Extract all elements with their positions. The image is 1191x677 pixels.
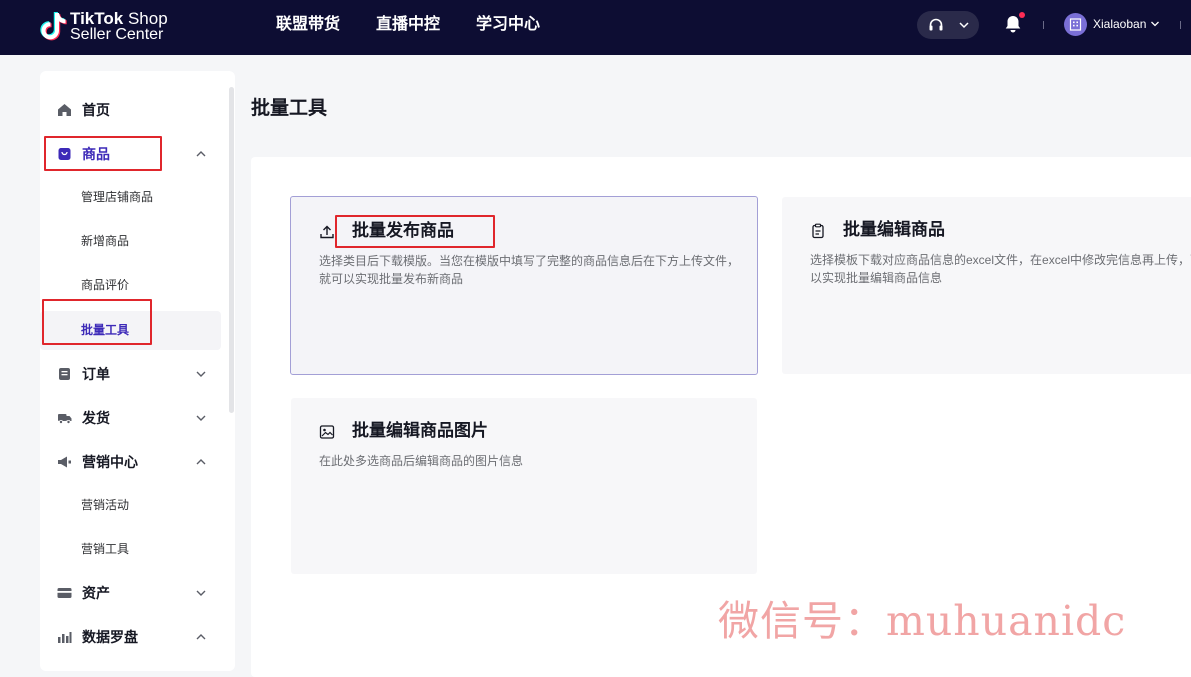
sidebar-item-home[interactable]: 首页 bbox=[40, 95, 235, 125]
avatar[interactable] bbox=[1064, 13, 1087, 36]
chevron-up-icon bbox=[196, 634, 206, 640]
annotation-box bbox=[335, 215, 495, 248]
clipboard-icon bbox=[812, 223, 824, 239]
annotation-box bbox=[44, 136, 162, 171]
sidebar-item-label: 发货 bbox=[82, 410, 110, 426]
page-title: 批量工具 bbox=[251, 98, 328, 119]
nav-affiliate[interactable]: 联盟带货 bbox=[276, 14, 340, 36]
card-bulk-edit-images[interactable]: 批量编辑商品图片 在此处多选商品后编辑商品的图片信息 bbox=[291, 398, 757, 574]
megaphone-icon bbox=[58, 456, 71, 468]
headset-icon bbox=[929, 18, 943, 31]
card-description: 选择模板下载对应商品信息的excel文件，在excel中修改完信息再上传，可以实… bbox=[810, 253, 1191, 285]
sidebar-item-orders[interactable]: 订单 bbox=[40, 359, 235, 389]
sidebar-item-label: 资产 bbox=[82, 585, 110, 601]
sidebar-item-shipping[interactable]: 发货 bbox=[40, 403, 235, 433]
card-description: 在此处多选商品后编辑商品的图片信息 bbox=[319, 454, 524, 468]
nav-live-control[interactable]: 直播中控 bbox=[376, 14, 440, 36]
divider bbox=[1180, 21, 1181, 29]
annotation-box bbox=[42, 299, 152, 345]
sidebar-subitem-label: 营销工具 bbox=[81, 542, 130, 556]
user-name[interactable]: Xialaoban bbox=[1093, 17, 1146, 32]
logo-subtitle: Seller Center bbox=[70, 26, 164, 43]
divider bbox=[1043, 21, 1044, 29]
sidebar-item-marketing[interactable]: 营销中心 bbox=[40, 447, 235, 477]
sidebar-subitem-label: 营销活动 bbox=[81, 498, 130, 512]
truck-icon bbox=[58, 414, 72, 424]
chevron-down-icon bbox=[959, 22, 969, 29]
chart-icon bbox=[58, 632, 72, 643]
home-icon bbox=[58, 104, 71, 116]
sidebar-item-label: 订单 bbox=[82, 366, 110, 382]
order-icon bbox=[59, 368, 70, 380]
tiktok-logo-icon bbox=[40, 12, 67, 41]
sidebar-scrollbar[interactable] bbox=[229, 87, 234, 413]
sidebar-item-label: 数据罗盘 bbox=[82, 629, 138, 645]
chevron-down-icon bbox=[196, 590, 206, 596]
sidebar-subitem-marketing-tools[interactable]: 营销工具 bbox=[40, 530, 221, 569]
watermark: 微信号：muhuanidc bbox=[718, 597, 1127, 645]
nav-learning-center[interactable]: 学习中心 bbox=[476, 14, 540, 36]
tiktok-shop-logo[interactable]: TikTok Shop Seller Center bbox=[38, 9, 178, 45]
sidebar-item-assets[interactable]: 资产 bbox=[40, 578, 235, 608]
chevron-down-icon[interactable] bbox=[1150, 19, 1160, 29]
notification-dot bbox=[1019, 12, 1025, 18]
sidebar-subitem-marketing-campaigns[interactable]: 营销活动 bbox=[40, 486, 221, 525]
upload-icon bbox=[320, 225, 334, 239]
image-icon bbox=[319, 425, 335, 439]
sidebar-subitem-label: 商品评价 bbox=[81, 278, 130, 292]
sidebar-subitem-add-product[interactable]: 新增商品 bbox=[40, 222, 221, 261]
card-title: 批量编辑商品图片 bbox=[352, 421, 488, 440]
top-navbar: TikTok Shop Seller Center 联盟带货 直播中控 学习中心… bbox=[0, 0, 1191, 55]
card-icon bbox=[57, 588, 72, 598]
sidebar-subitem-label: 新增商品 bbox=[81, 234, 130, 248]
sidebar-item-label: 首页 bbox=[82, 102, 110, 118]
sidebar-subitem-label: 管理店铺商品 bbox=[81, 190, 154, 204]
support-dropdown[interactable] bbox=[917, 11, 979, 39]
chevron-up-icon bbox=[196, 459, 206, 465]
building-icon bbox=[1069, 18, 1082, 31]
chevron-down-icon bbox=[196, 371, 206, 377]
chevron-up-icon bbox=[196, 151, 206, 157]
card-description: 选择类目后下载模版。当您在模版中填写了完整的商品信息后在下方上传文件，就可以实现… bbox=[319, 254, 740, 286]
sidebar-item-data-compass[interactable]: 数据罗盘 bbox=[40, 622, 235, 652]
card-bulk-edit[interactable]: 批量编辑商品 选择模板下载对应商品信息的excel文件，在excel中修改完信息… bbox=[782, 197, 1191, 374]
chevron-down-icon bbox=[196, 415, 206, 421]
card-title: 批量编辑商品 bbox=[843, 220, 945, 239]
sidebar-item-label: 营销中心 bbox=[82, 454, 138, 470]
sidebar-subitem-manage-products[interactable]: 管理店铺商品 bbox=[40, 178, 221, 217]
